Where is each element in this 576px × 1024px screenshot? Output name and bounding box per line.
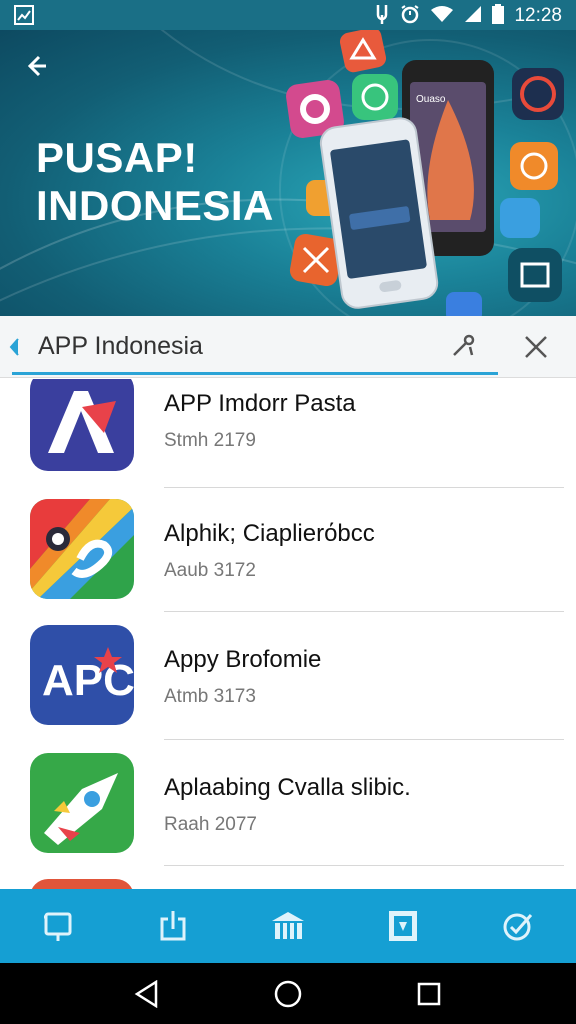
building-icon [272,912,304,939]
voice-search-icon [453,334,475,356]
tab-categories[interactable] [230,889,345,963]
back-arrow-icon [27,55,46,77]
app-apc-icon: APC [30,625,134,725]
floating-app-icon [339,30,387,73]
check-circle-icon [503,913,533,941]
app-meta: Raah 2077 [164,814,257,835]
list-item[interactable]: APC Appy Brofomie Atmb 3173 [0,619,576,745]
system-navigation-bar [0,963,576,1024]
tab-library[interactable] [346,889,461,963]
search-input[interactable] [38,326,428,366]
square-recents-icon [417,982,441,1006]
svg-text:Ouaso: Ouaso [416,94,446,105]
hero-banner: PUSAP! INDONESIA Ouaso [0,30,576,316]
circle-home-icon [274,980,302,1008]
app-meta: Stmh 2179 [164,430,256,451]
voice-search-button[interactable] [446,329,480,363]
list-item[interactable] [0,871,576,889]
device-icon [43,912,72,941]
hero-illustration: Ouaso [286,30,564,316]
app-rocket-icon [30,753,134,853]
signal-icon [464,5,482,27]
tab-settings[interactable] [461,889,576,963]
wifi-icon [430,5,454,27]
search-bar [0,316,576,378]
system-home-button[interactable] [271,977,305,1011]
hero-title: PUSAP! INDONESIA [36,134,274,229]
app-partial-icon [30,879,134,889]
search-underline [12,372,498,375]
tab-featured[interactable] [0,889,115,963]
app-meta: Atmb 3173 [164,686,256,707]
status-time: 12:28 [514,5,562,26]
app-a-icon [30,379,134,471]
triangle-back-icon [134,980,158,1008]
system-recents-button[interactable] [412,977,446,1011]
app-rainbow-icon [30,499,134,599]
app-meta: Aaub 3172 [164,560,256,581]
battery-icon [492,4,505,28]
search-results-list: APP Imdorr Pasta Stmh 2179 Alphik; Ciapl… [0,379,576,889]
list-item[interactable]: APP Imdorr Pasta Stmh 2179 [0,379,576,493]
close-icon [525,336,547,358]
list-item[interactable]: Aplaabing Cvalla slibic. Raah 2077 [0,745,576,871]
store-icon [389,911,418,941]
alarm-icon [400,4,420,28]
app-name: Alphik; Ciaplierόbcc [164,520,375,547]
divider [164,865,564,866]
status-bar: 12:28 [0,0,576,30]
divider [164,739,564,740]
app-name: APP Imdorr Pasta [164,390,356,417]
image-notification-icon [14,5,34,29]
download-icon [160,911,186,941]
system-back-button[interactable] [130,977,164,1011]
app-name: Appy Brofomie [164,646,322,673]
divider [164,487,564,488]
back-button[interactable] [18,48,54,84]
app-name: Aplaabing Cvalla slibic. [164,774,411,801]
bottom-navigation [0,889,576,963]
search-caret-icon [9,338,19,356]
usb-icon [374,3,390,29]
clear-search-button[interactable] [518,329,554,365]
divider [164,611,564,612]
list-item[interactable]: Alphik; Ciaplierόbcc Aaub 3172 [0,493,576,619]
svg-text:APC: APC [42,656,134,705]
tab-updates[interactable] [115,889,230,963]
